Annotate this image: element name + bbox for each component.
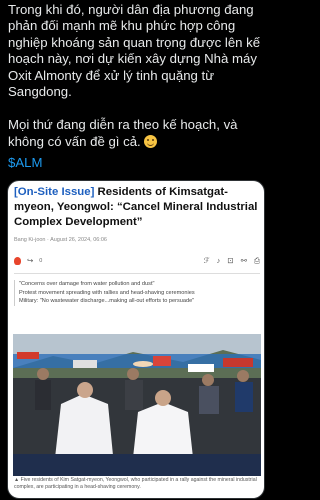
photo-caption: ▲ Five residents of Kim Satgat-myeon, Ye… <box>14 477 257 490</box>
post-paragraph-2: Mọi thứ đang diễn ra theo kế hoạch, và k… <box>8 117 266 150</box>
fire-icon[interactable] <box>14 257 21 265</box>
post-text: Trong khi đó, người dân địa phương đang … <box>8 2 266 150</box>
grinning-face-emoji <box>144 134 158 148</box>
print-icon[interactable]: ⎙ <box>254 257 260 265</box>
font-size-icon[interactable]: ℱ <box>204 257 210 265</box>
cashtag-link[interactable]: $ALM <box>8 155 42 170</box>
share-icon[interactable]: ↪ <box>27 257 33 265</box>
post-paragraph-1: Trong khi đó, người dân địa phương đang … <box>8 2 261 100</box>
bookmark-icon[interactable]: ⊡ <box>227 257 233 265</box>
protest-photo-illustration <box>13 334 261 476</box>
article-toolbar: ↪ 0 ℱ ♪ ⊡ ⚯ ⎙ <box>14 257 260 269</box>
toolbar-divider <box>14 273 260 274</box>
article-meta: Bang Ki-joon · August 26, 2024, 06:06 <box>14 237 107 243</box>
article-subheadings: "Concerns over damage from water polluti… <box>14 280 260 306</box>
listen-icon[interactable]: ♪ <box>217 257 221 265</box>
article-photo <box>13 334 261 476</box>
subheading-3: Military: "No wastewater discharge...mak… <box>19 298 195 305</box>
article-title-tag: [On-Site Issue] <box>14 186 95 198</box>
post-paragraph-2-text: Mọi thứ đang diễn ra theo kế hoạch, và k… <box>8 117 238 149</box>
link-preview-card[interactable]: [On-Site Issue] Residents of Kimsatgat-m… <box>7 180 265 499</box>
reaction-count: 0 <box>39 258 43 264</box>
subheading-1: "Concerns over damage from water polluti… <box>19 281 155 287</box>
article-title[interactable]: [On-Site Issue] Residents of Kimsatgat-m… <box>14 185 260 230</box>
subheading-2: Protest movement spreading with rallies … <box>19 289 195 296</box>
copy-link-icon[interactable]: ⚯ <box>241 257 247 265</box>
